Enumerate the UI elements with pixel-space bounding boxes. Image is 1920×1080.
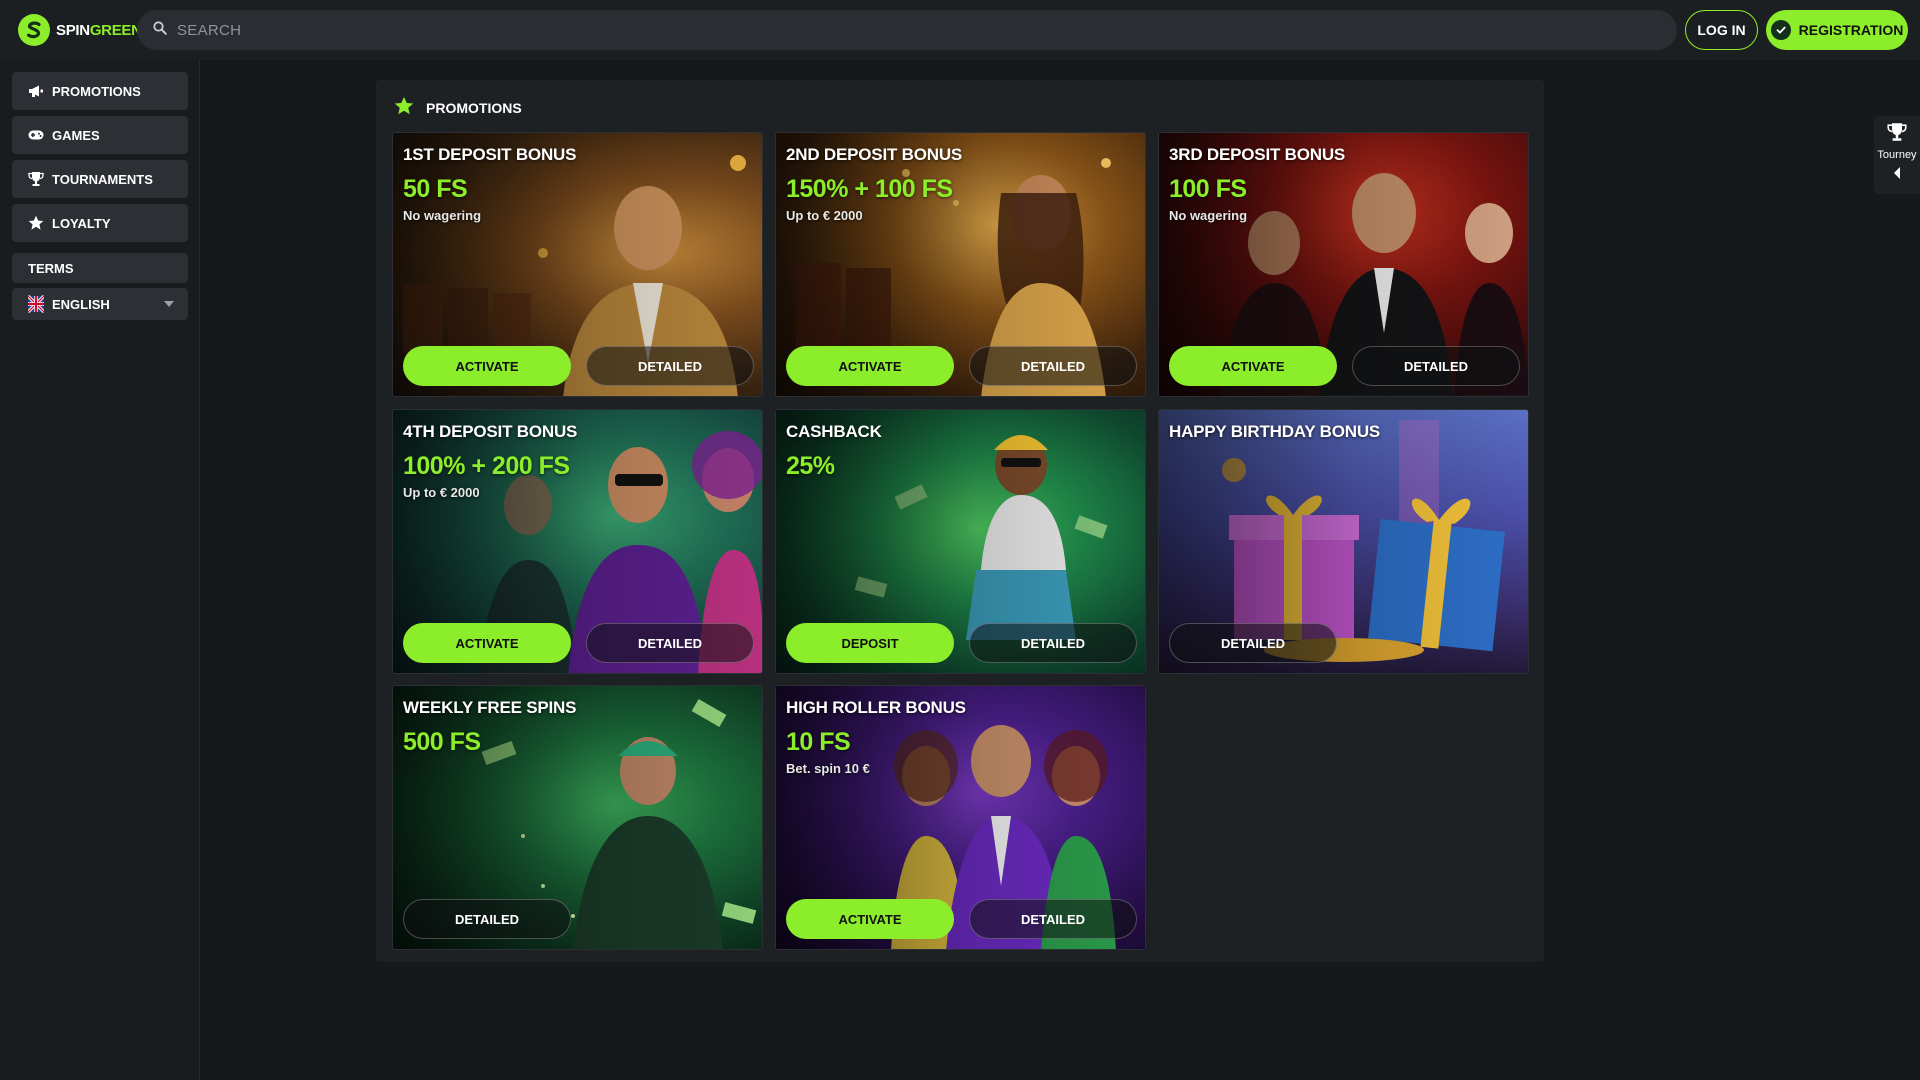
detailed-button[interactable]: DETAILED bbox=[1169, 623, 1337, 663]
search-input[interactable] bbox=[177, 21, 1577, 39]
top-header: SPINGREEN LOG IN REGISTRATION bbox=[0, 0, 1920, 60]
uk-flag-icon bbox=[28, 295, 44, 313]
page-title-text: PROMOTIONS bbox=[426, 99, 522, 116]
deposit-button[interactable]: DEPOSIT bbox=[786, 623, 954, 663]
promo-card-title: HIGH ROLLER BONUS bbox=[786, 698, 966, 717]
promo-card-4th-deposit[interactable]: 4TH DEPOSIT BONUS 100% + 200 FS Up to € … bbox=[392, 409, 763, 674]
promo-card-value: 25% bbox=[786, 452, 835, 480]
activate-button[interactable]: ACTIVATE bbox=[1169, 346, 1337, 386]
promo-card-subtitle: No wagering bbox=[1169, 208, 1248, 223]
search-bar[interactable] bbox=[137, 10, 1677, 50]
promo-card-title: CASHBACK bbox=[786, 422, 882, 441]
chevron-left-icon[interactable] bbox=[1894, 167, 1900, 179]
gamepad-icon bbox=[28, 127, 44, 143]
detailed-button[interactable]: DETAILED bbox=[586, 346, 754, 386]
promo-card-value: 50 FS bbox=[403, 175, 468, 203]
terms-label: TERMS bbox=[28, 260, 74, 276]
check-circle-icon bbox=[1770, 20, 1791, 40]
sidebar-item-label: PROMOTIONS bbox=[52, 83, 141, 99]
sidebar: PROMOTIONS GAMES TOURNAMENTS LOYALTY TER… bbox=[0, 60, 200, 1080]
promotions-panel: PROMOTIONS 1ST DEPOSIT BONUS 50 FS No wa… bbox=[376, 80, 1544, 962]
trophy-icon bbox=[1887, 122, 1907, 147]
registration-label: REGISTRATION bbox=[1798, 22, 1904, 38]
promo-card-3rd-deposit[interactable]: 3RD DEPOSIT BONUS 100 FS No wagering ACT… bbox=[1158, 132, 1529, 397]
promo-card-title: HAPPY BIRTHDAY BONUS bbox=[1169, 422, 1381, 441]
activate-button[interactable]: ACTIVATE bbox=[403, 346, 571, 386]
page-title: PROMOTIONS bbox=[394, 96, 522, 119]
promo-card-subtitle: Up to € 2000 bbox=[403, 485, 480, 500]
tourney-side-tab[interactable]: Tourney bbox=[1874, 116, 1920, 194]
sidebar-item-label: TOURNAMENTS bbox=[52, 171, 153, 187]
promo-card-happy-birthday[interactable]: HAPPY BIRTHDAY BONUS DETAILED bbox=[1158, 409, 1529, 674]
detailed-button[interactable]: DETAILED bbox=[969, 899, 1137, 939]
detailed-button[interactable]: DETAILED bbox=[969, 623, 1137, 663]
detailed-button[interactable]: DETAILED bbox=[1352, 346, 1520, 386]
sidebar-item-loyalty[interactable]: LOYALTY bbox=[12, 204, 188, 242]
language-label: ENGLISH bbox=[52, 296, 110, 312]
detailed-button[interactable]: DETAILED bbox=[969, 346, 1137, 386]
activate-button[interactable]: ACTIVATE bbox=[786, 899, 954, 939]
trophy-icon bbox=[28, 171, 44, 187]
promo-card-title: 4TH DEPOSIT BONUS bbox=[403, 422, 578, 441]
promo-card-1st-deposit[interactable]: 1ST DEPOSIT BONUS 50 FS No wagering ACTI… bbox=[392, 132, 763, 397]
brand-name-part2: GREEN bbox=[89, 21, 142, 39]
brand-name: SPINGREEN bbox=[56, 22, 142, 39]
promo-card-high-roller[interactable]: HIGH ROLLER BONUS 10 FS Bet. spin 10 € A… bbox=[775, 685, 1146, 950]
promo-card-cashback[interactable]: CASHBACK 25% DEPOSIT DETAILED bbox=[775, 409, 1146, 674]
sidebar-item-terms[interactable]: TERMS bbox=[12, 253, 188, 283]
promo-card-value: 10 FS bbox=[786, 728, 851, 756]
detailed-button[interactable]: DETAILED bbox=[403, 899, 571, 939]
promo-card-value: 100 FS bbox=[1169, 175, 1247, 203]
activate-button[interactable]: ACTIVATE bbox=[786, 346, 954, 386]
brand-logo[interactable]: SPINGREEN bbox=[18, 14, 142, 46]
logo-icon bbox=[18, 14, 50, 46]
tourney-label: Tourney bbox=[1877, 149, 1917, 161]
sidebar-item-tournaments[interactable]: TOURNAMENTS bbox=[12, 160, 188, 198]
promo-card-title: 3RD DEPOSIT BONUS bbox=[1169, 145, 1346, 164]
promo-card-subtitle: Up to € 2000 bbox=[786, 208, 863, 223]
star-icon bbox=[28, 215, 44, 231]
promo-card-title: 1ST DEPOSIT BONUS bbox=[403, 145, 577, 164]
login-button[interactable]: LOG IN bbox=[1685, 10, 1758, 50]
promo-card-value: 100% + 200 FS bbox=[403, 452, 570, 480]
chevron-down-icon bbox=[164, 301, 174, 307]
sidebar-item-label: GAMES bbox=[52, 127, 100, 143]
promo-card-title: 2ND DEPOSIT BONUS bbox=[786, 145, 963, 164]
promo-card-2nd-deposit[interactable]: 2ND DEPOSIT BONUS 150% + 100 FS Up to € … bbox=[775, 132, 1146, 397]
sidebar-item-games[interactable]: GAMES bbox=[12, 116, 188, 154]
registration-button[interactable]: REGISTRATION bbox=[1766, 10, 1908, 50]
promo-card-weekly-free-spins[interactable]: WEEKLY FREE SPINS 500 FS DETAILED bbox=[392, 685, 763, 950]
promo-card-title: WEEKLY FREE SPINS bbox=[403, 698, 577, 717]
brand-name-part1: SPIN bbox=[56, 21, 90, 39]
sidebar-item-promotions[interactable]: PROMOTIONS bbox=[12, 72, 188, 110]
sidebar-item-label: LOYALTY bbox=[52, 215, 111, 231]
detailed-button[interactable]: DETAILED bbox=[586, 623, 754, 663]
promo-card-subtitle: No wagering bbox=[403, 208, 482, 223]
megaphone-icon bbox=[28, 83, 44, 99]
star-icon bbox=[394, 96, 414, 119]
promo-card-value: 500 FS bbox=[403, 728, 481, 756]
search-icon bbox=[153, 20, 167, 40]
activate-button[interactable]: ACTIVATE bbox=[403, 623, 571, 663]
language-selector[interactable]: ENGLISH bbox=[12, 288, 188, 320]
promo-card-value: 150% + 100 FS bbox=[786, 175, 953, 203]
promo-card-subtitle: Bet. spin 10 € bbox=[786, 761, 870, 776]
